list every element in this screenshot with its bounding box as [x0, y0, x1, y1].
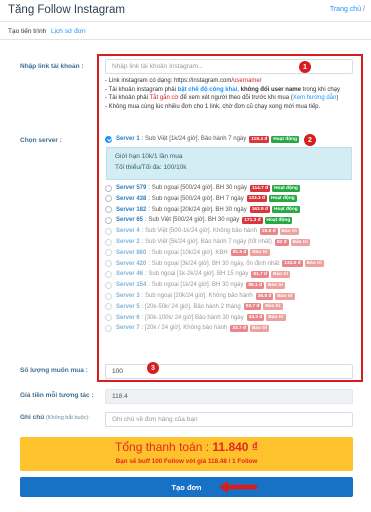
server-option[interactable]: Server 420: Sub ngoại [3k/24 giờ]. BH 30…: [105, 259, 324, 269]
price-badge: 118.4 đ: [249, 135, 270, 143]
radio-icon[interactable]: [105, 206, 112, 214]
status-badge: Bảo trì: [270, 270, 291, 278]
instagram-link-input[interactable]: Nhập link tài khoản Instagram...: [105, 59, 353, 74]
arrow-left-icon: [219, 481, 257, 493]
server-option[interactable]: Server 4: Sub Việt [500-1k/24 giờ]. Khôn…: [105, 226, 299, 236]
note-input[interactable]: Ghi chú về đơn hàng của bạn: [105, 412, 353, 427]
status-badge: Bảo trì: [250, 249, 270, 257]
price-badge: 81.7 đ: [251, 270, 269, 278]
status-badge: Bảo trì: [290, 238, 310, 246]
price-badge: 82 đ: [274, 238, 289, 246]
status-badge: Bảo trì: [265, 281, 286, 289]
status-badge: Bảo trì: [304, 260, 324, 268]
server-option[interactable]: Server 154: Sub ngoại [1k/24 giờ]. BH 30…: [105, 280, 286, 290]
price-badge: 123.3 đ: [246, 195, 267, 203]
instruction-line: - Tài khoản phải Tắt gắn cờ để xem xét n…: [105, 95, 339, 102]
price-badge: 43.2 đ: [246, 314, 265, 322]
unit-price-field: 118.4: [105, 389, 353, 404]
instructions-block: - Link instagram có dạng: https://instag…: [105, 77, 359, 111]
server-option[interactable]: Server 579: Sub ngoại [500/24 giờ]. BH 3…: [105, 183, 300, 193]
server-option[interactable]: Server 7: [20k / 24 giờ]. Không bảo hành…: [105, 323, 270, 333]
unit-price-label: Giá tiền mỗi tương tác :: [20, 392, 94, 399]
price-badge: 38.8 đ: [255, 292, 274, 300]
annotation-marker-3: 3: [147, 362, 159, 374]
price-badge: 163.9 đ: [249, 206, 270, 214]
status-badge: Hoạt động: [272, 184, 300, 192]
status-badge: Hoạt động: [264, 216, 293, 224]
status-badge: Bảo trì: [279, 227, 299, 235]
tab-bar: Tạo tiến trình Lịch sử đơn: [0, 26, 371, 40]
price-badge: 133.6 đ: [282, 260, 303, 268]
instruction-line: - Tài khoản instagram phải bật chế độ cô…: [105, 86, 341, 93]
status-badge: Hoạt động: [271, 135, 299, 143]
note-field-label: Ghi chú (Không bắt buộc):: [20, 414, 90, 421]
radio-icon[interactable]: [105, 281, 112, 289]
quantity-input[interactable]: 100: [105, 364, 353, 379]
radio-checked-icon[interactable]: [105, 135, 112, 143]
server-option[interactable]: Server 5: [20k-50k/ 24 giờ]. Bảo hành 2 …: [105, 302, 283, 312]
status-badge: Hoạt động: [272, 206, 300, 214]
status-badge: Bảo trì: [275, 292, 295, 300]
radio-icon[interactable]: [105, 270, 112, 278]
server-option[interactable]: Server 438: Sub ngoại [500/24 giờ]. BH 7…: [105, 194, 297, 204]
radio-icon[interactable]: [105, 216, 112, 224]
radio-icon[interactable]: [105, 292, 112, 300]
breadcrumb: Trang chủ /: [330, 6, 365, 13]
radio-icon[interactable]: [105, 314, 112, 322]
status-badge: Hoạt động: [269, 195, 297, 203]
page-title: Tăng Follow Instagram: [8, 4, 125, 16]
server-option[interactable]: Server 2: Sub Việt [5k/24 giờ]. Bảo hành…: [105, 237, 310, 247]
annotation-marker-2: 2: [304, 134, 316, 146]
status-badge: Bảo trì: [263, 303, 283, 311]
quantity-field-label: Số lượng muốn mua :: [20, 367, 88, 374]
server-option-selected[interactable]: Server 1 : Sub Việt [1k/24 giờ]. Bảo hàn…: [105, 134, 299, 144]
server-option[interactable]: Server 46: Sub ngoại [1k-2k/24 giờ]. BH …: [105, 269, 291, 279]
annotation-marker-1: 1: [299, 61, 311, 73]
server-option[interactable]: Server 65: Sub Việt [500/24 giờ]. BH 30 …: [105, 215, 293, 225]
instruction-line: - Không mua cùng lúc nhiều đơn cho 1 lin…: [105, 103, 321, 110]
server-option[interactable]: Server 860: Sub ngoại [10k/24 giờ]. KBH 8…: [105, 248, 270, 258]
payment-summary: Tổng thanh toán : 11.840 ₫ Bạn sẽ buff 1…: [20, 437, 353, 471]
top-bar: Tăng Follow Instagram Trang chủ /: [0, 0, 371, 22]
radio-icon[interactable]: [105, 238, 112, 246]
breadcrumb-separator: /: [363, 6, 365, 13]
radio-icon[interactable]: [105, 249, 112, 257]
link-field-label: Nhập link tài khoản :: [20, 63, 84, 70]
breadcrumb-home-link[interactable]: Trang chủ: [330, 6, 361, 13]
radio-icon[interactable]: [105, 227, 112, 235]
radio-icon[interactable]: [105, 184, 112, 192]
instruction-line: - Link instagram có dạng: https://instag…: [105, 78, 262, 84]
guide-link[interactable]: Xem hướng dẫn: [293, 95, 337, 101]
create-order-button[interactable]: Tạo đơn: [20, 477, 353, 497]
status-badge: Bảo trì: [266, 314, 286, 322]
radio-icon[interactable]: [105, 324, 112, 332]
summary-detail: Bạn sẽ buff 100 Follow với giá 118.48 / …: [115, 458, 258, 465]
price-badge: 33.7 đ: [230, 324, 248, 332]
server-option[interactable]: Server 182: Sub ngoại [20k/24 giờ]. BH 3…: [105, 205, 300, 215]
total-amount: Tổng thanh toán : 11.840 ₫: [115, 440, 258, 454]
status-badge: Bảo trì: [249, 324, 270, 332]
price-badge: 93.7 đ: [243, 303, 262, 311]
radio-icon[interactable]: [105, 195, 112, 203]
price-badge: 81.9 đ: [230, 249, 249, 257]
price-badge: 114.7 đ: [250, 184, 271, 192]
tab-create-order[interactable]: Tạo tiến trình: [8, 28, 46, 35]
price-badge: 85.1 đ: [246, 281, 264, 289]
radio-icon[interactable]: [105, 303, 112, 311]
server-option[interactable]: Server 6: [30k-100k/ 24 giờ] Bảo hành 30…: [105, 313, 286, 323]
radio-icon[interactable]: [105, 260, 112, 268]
price-badge: 171.3 đ: [242, 216, 263, 224]
server-detail-box: Giới hạn 10k/1 lần mua Tối thiểu/Tối đa:…: [106, 147, 352, 180]
server-field-label: Chọn server :: [20, 137, 62, 144]
price-badge: 25.5 đ: [259, 227, 278, 235]
tab-order-history[interactable]: Lịch sử đơn: [51, 28, 86, 35]
server-option[interactable]: Server 3: Sub ngoại [20k/24 giờ]. Không …: [105, 291, 295, 301]
